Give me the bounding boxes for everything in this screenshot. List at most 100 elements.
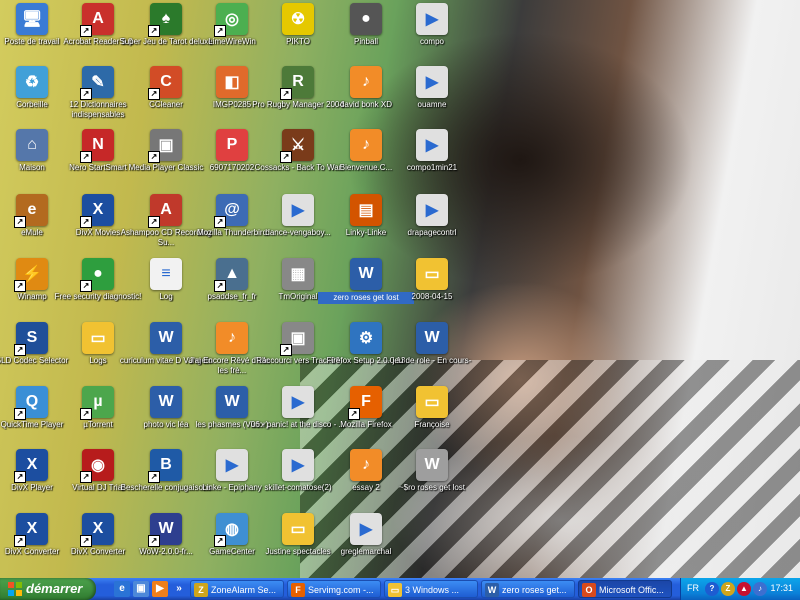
shortcut-arrow-icon: ↗: [80, 280, 92, 292]
shortcut-arrow-icon: ↗: [80, 471, 92, 483]
app-icon: ▭: [416, 386, 448, 418]
app-icon: ▶: [282, 449, 314, 481]
app-icon: ▶: [216, 449, 248, 481]
shortcut-arrow-icon: ↗: [148, 88, 160, 100]
app-icon: µ ↗: [80, 386, 114, 420]
taskbar-button[interactable]: Wzero roses get...: [481, 580, 575, 598]
app-icon: F ↗: [348, 386, 382, 420]
shortcut-arrow-icon: ↗: [148, 535, 160, 547]
app-icon: ⌂: [16, 129, 48, 161]
desktop-icon[interactable]: ▶ ouamne: [384, 66, 480, 130]
desktop-icon-label: compo: [419, 37, 444, 46]
taskbar-button[interactable]: F Servimg.com -...: [287, 580, 381, 598]
taskbar-button-label: Microsoft Offic...: [599, 585, 664, 595]
desktop-icon[interactable]: ▶ compo: [384, 3, 480, 67]
app-icon: ♪: [350, 129, 382, 161]
desktop-icon[interactable]: ▶ greglemarchal: [318, 513, 414, 577]
shortcut-arrow-icon: ↗: [280, 344, 292, 356]
shortcut-arrow-icon: ↗: [280, 151, 292, 163]
app-icon: ⚡ ↗: [14, 258, 48, 292]
app-icon: ▶: [416, 66, 448, 98]
desktop-icon[interactable]: ▭ 2008-04-15: [384, 258, 480, 322]
app-icon: ♪: [350, 449, 382, 481]
system-tray: FR ? Z ▲ ♪ 17:31: [680, 578, 800, 600]
taskbar-button-label: ZoneAlarm Se...: [211, 585, 277, 595]
more-quick-launch-icon[interactable]: »: [171, 581, 187, 597]
window-quick-launch-icon[interactable]: ▣: [133, 581, 149, 597]
app-icon: W: [350, 258, 382, 290]
app-icon: W: [150, 322, 182, 354]
shortcut-arrow-icon: ↗: [14, 216, 26, 228]
shortcut-arrow-icon: ↗: [148, 216, 160, 228]
app-icon: ▭: [416, 258, 448, 290]
desktop-icon[interactable]: W ~$ro roses get lost: [384, 449, 480, 513]
app-icon: ▶: [416, 129, 448, 161]
shortcut-arrow-icon: ↗: [80, 535, 92, 547]
shortcut-arrow-icon: ↗: [14, 344, 26, 356]
desktop-icon-label: 2008-04-15: [411, 292, 453, 301]
security-tray-icon[interactable]: ▲: [737, 582, 751, 596]
clock[interactable]: 17:31: [770, 583, 793, 593]
app-icon: ▶: [282, 194, 314, 226]
shortcut-arrow-icon: ↗: [14, 280, 26, 292]
app-icon: ▶: [350, 513, 382, 545]
taskbar-button[interactable]: ▭ 3 Windows ...: [384, 580, 478, 598]
shortcut-arrow-icon: ↗: [80, 88, 92, 100]
desktop-icon-label: ~$ro roses get lost: [398, 483, 466, 492]
app-icon: X ↗: [80, 513, 114, 547]
app-icon: W ↗: [148, 513, 182, 547]
app-icon: @ ↗: [214, 194, 248, 228]
shortcut-arrow-icon: ↗: [214, 216, 226, 228]
desktop-icon-label: compo1min21: [406, 163, 458, 172]
shortcut-arrow-icon: ↗: [214, 535, 226, 547]
shortcut-arrow-icon: ↗: [80, 151, 92, 163]
desktop-icon[interactable]: Wjeu de role - En cours-: [384, 322, 480, 386]
start-button[interactable]: démarrer: [0, 578, 96, 600]
taskbar-button[interactable]: O Microsoft Offic...: [578, 580, 672, 598]
desktop-icon-label: Françoise: [414, 420, 450, 429]
language-indicator[interactable]: FR: [687, 583, 699, 593]
desktop-icon[interactable]: ▶ drapagecontrl: [384, 194, 480, 258]
app-icon: ⚔ ↗: [280, 129, 314, 163]
shortcut-arrow-icon: ↗: [14, 471, 26, 483]
media-quick-launch-icon[interactable]: ▶: [152, 581, 168, 597]
desktop-icon-label: greglemarchal: [340, 547, 392, 556]
task-app-icon: F: [291, 583, 305, 597]
app-icon: ◉ ↗: [80, 449, 114, 483]
app-icon: A ↗: [148, 194, 182, 228]
app-icon: N ↗: [80, 129, 114, 163]
app-icon: 🖥: [16, 3, 48, 35]
ie-quick-launch-icon[interactable]: e: [114, 581, 130, 597]
app-icon: X ↗: [14, 449, 48, 483]
app-icon: ≡: [150, 258, 182, 290]
app-icon: ◎ ↗: [214, 3, 248, 37]
taskbar-button-label: 3 Windows ...: [405, 585, 460, 595]
start-label: démarrer: [26, 581, 83, 596]
taskbar: démarrer e ▣ ▶» Z ZoneAlarm Se... F Servimg.c…: [0, 578, 800, 600]
speaker-tray-icon[interactable]: ♪: [753, 582, 767, 596]
app-icon: ♪: [350, 66, 382, 98]
desktop-icon[interactable]: ▶ compo1min21: [384, 129, 480, 193]
app-icon: ⚙: [350, 322, 382, 354]
shortcut-arrow-icon: ↗: [280, 88, 292, 100]
desktop-icon[interactable]: ▭ Françoise: [384, 386, 480, 450]
app-icon: ▭: [82, 322, 114, 354]
app-icon: ●: [350, 3, 382, 35]
desktop[interactable]: 🖥 Poste de travail A ↗ Acrobat Reader 5.0 ♠ ↗ S…: [0, 0, 800, 578]
app-icon: W: [416, 449, 448, 481]
desktop-icon-label: jeu de role - En cours-: [392, 356, 472, 365]
app-icon: ✎ ↗: [80, 66, 114, 100]
shortcut-arrow-icon: ↗: [214, 280, 226, 292]
app-icon: B ↗: [148, 449, 182, 483]
app-icon: X ↗: [14, 513, 48, 547]
app-icon: ▶: [416, 3, 448, 35]
help-tray-icon[interactable]: ?: [705, 582, 719, 596]
app-icon: X ↗: [80, 194, 114, 228]
zonealarm-tray-icon[interactable]: Z: [721, 582, 735, 596]
app-icon: Q ↗: [14, 386, 48, 420]
app-icon: P: [216, 129, 248, 161]
shortcut-arrow-icon: ↗: [80, 408, 92, 420]
app-icon: ♠ ↗: [148, 3, 182, 37]
task-app-icon: ▭: [388, 583, 402, 597]
taskbar-button[interactable]: Z ZoneAlarm Se...: [190, 580, 284, 598]
